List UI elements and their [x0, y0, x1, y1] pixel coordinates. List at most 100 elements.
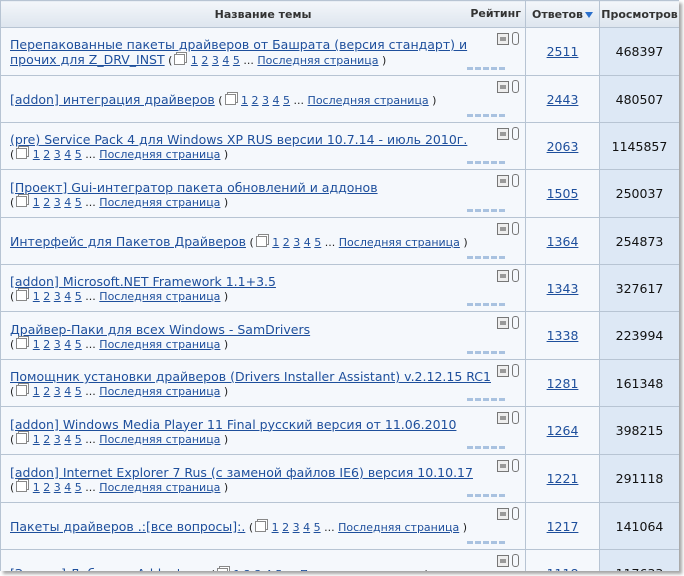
replies-count-link[interactable]: 1338	[547, 328, 579, 343]
topic-title-link[interactable]: Драйвер-Паки для всех Windows - SamDrive…	[10, 322, 310, 337]
page-link[interactable]: 2	[43, 338, 50, 351]
page-link[interactable]: 1	[272, 236, 279, 249]
topic-title-link-line2[interactable]: прочих для Z_DRV_INST	[10, 52, 165, 67]
topic-title-link[interactable]: Помощник установки драйверов (Drivers In…	[10, 369, 491, 384]
page-link[interactable]: 2	[244, 568, 251, 571]
topic-title-link[interactable]: Интерфейс для Пакетов Драйверов	[10, 234, 246, 249]
last-page-link[interactable]: Последняя страница	[99, 196, 220, 209]
page-link[interactable]: 3	[54, 196, 61, 209]
topic-title-link[interactable]: [addon] Windows Media Player 11 Final ру…	[10, 417, 456, 432]
page-link[interactable]: 1	[33, 338, 40, 351]
page-link[interactable]: 1	[33, 196, 40, 209]
page-link[interactable]: 5	[75, 385, 82, 398]
page-link[interactable]: 1	[272, 521, 279, 534]
replies-count-link[interactable]: 2511	[547, 44, 579, 59]
topic-title-link[interactable]: [addon] интеграция драйверов	[10, 92, 215, 107]
page-link[interactable]: 5	[233, 54, 240, 67]
page-link[interactable]: 3	[54, 148, 61, 161]
page-link[interactable]: 2	[43, 433, 50, 446]
topic-title-link[interactable]: Пакеты драйверов .:[все вопросы]:.	[10, 519, 245, 534]
last-page-link[interactable]: Последняя страница	[99, 148, 220, 161]
page-link[interactable]: 4	[64, 385, 71, 398]
last-page-link[interactable]: Последняя страница	[99, 290, 220, 303]
page-link[interactable]: 1	[33, 290, 40, 303]
last-page-link[interactable]: Последняя страница	[99, 481, 220, 494]
header-topic-title[interactable]: Название темы Рейтинг	[0, 0, 526, 28]
replies-count-link[interactable]: 1217	[547, 519, 579, 534]
page-link[interactable]: 3	[254, 568, 261, 571]
page-link[interactable]: 5	[75, 290, 82, 303]
page-link[interactable]: 3	[293, 236, 300, 249]
page-link[interactable]: 4	[273, 94, 280, 107]
topic-title-link[interactable]: [addon] Microsoft.NET Framework 1.1+3.5	[10, 274, 276, 289]
replies-count-link[interactable]: 2063	[547, 139, 579, 154]
page-link[interactable]: 1	[33, 481, 40, 494]
header-rating-label[interactable]: Рейтинг	[470, 7, 521, 20]
page-link[interactable]: 4	[304, 236, 311, 249]
page-link[interactable]: 5	[75, 196, 82, 209]
replies-count-link[interactable]: 1118	[547, 566, 579, 572]
page-link[interactable]: 3	[262, 94, 269, 107]
last-page-link[interactable]: Последняя страница	[99, 433, 220, 446]
page-link[interactable]: 1	[33, 385, 40, 398]
page-link[interactable]: 4	[265, 568, 272, 571]
page-link[interactable]: 4	[64, 196, 71, 209]
page-link[interactable]: 2	[282, 521, 289, 534]
last-page-link[interactable]: Последняя страница	[99, 385, 220, 398]
replies-count-link[interactable]: 1221	[547, 471, 579, 486]
replies-count-link[interactable]: 1505	[547, 186, 579, 201]
page-link[interactable]: 4	[64, 148, 71, 161]
replies-count-link[interactable]: 1264	[547, 423, 579, 438]
topic-title-link[interactable]: [Проект] Gui-интегратор пакета обновлени…	[10, 180, 378, 195]
topic-title-link[interactable]: Перепакованные пакеты драйверов от Башра…	[10, 37, 467, 52]
page-link[interactable]: 2	[43, 481, 50, 494]
topic-title-link[interactable]: (pre) Service Pack 4 для Windows XP RUS …	[10, 132, 467, 147]
page-link[interactable]: 1	[233, 568, 240, 571]
page-link[interactable]: 5	[283, 94, 290, 107]
page-link[interactable]: 3	[54, 290, 61, 303]
page-link[interactable]: 1	[241, 94, 248, 107]
last-page-link[interactable]: Последняя страница	[308, 94, 429, 107]
topic-title-link[interactable]: [addon] Internet Explorer 7 Rus (с замен…	[10, 465, 473, 480]
page-link[interactable]: 5	[75, 338, 82, 351]
replies-count-link[interactable]: 1364	[547, 234, 579, 249]
replies-count-link[interactable]: 1343	[547, 281, 579, 296]
page-link[interactable]: 2	[43, 196, 50, 209]
page-link[interactable]: 4	[222, 54, 229, 67]
topic-title-link[interactable]: [Запрос] Добавить Addon'ов...	[10, 566, 207, 571]
page-link[interactable]: 5	[75, 481, 82, 494]
header-views[interactable]: Просмотров	[599, 0, 679, 28]
page-link[interactable]: 5	[314, 521, 321, 534]
page-link[interactable]: 3	[54, 481, 61, 494]
last-page-link[interactable]: Последняя страница	[99, 338, 220, 351]
page-link[interactable]: 2	[201, 54, 208, 67]
page-link[interactable]: 1	[191, 54, 198, 67]
last-page-link[interactable]: Последняя страница	[257, 54, 378, 67]
replies-count-link[interactable]: 2443	[547, 92, 579, 107]
page-link[interactable]: 5	[75, 433, 82, 446]
last-page-link[interactable]: Последняя страница	[339, 236, 460, 249]
page-link[interactable]: 3	[212, 54, 219, 67]
page-link[interactable]: 2	[283, 236, 290, 249]
page-link[interactable]: 4	[64, 290, 71, 303]
page-link[interactable]: 1	[33, 433, 40, 446]
page-link[interactable]: 3	[293, 521, 300, 534]
page-link[interactable]: 2	[43, 290, 50, 303]
page-link[interactable]: 2	[43, 148, 50, 161]
replies-count-link[interactable]: 1281	[547, 376, 579, 391]
page-link[interactable]: 4	[64, 338, 71, 351]
page-link[interactable]: 5	[275, 568, 282, 571]
page-link[interactable]: 2	[43, 385, 50, 398]
last-page-link[interactable]: Последняя страница	[300, 568, 421, 571]
page-link[interactable]: 4	[64, 481, 71, 494]
page-link[interactable]: 3	[54, 385, 61, 398]
page-link[interactable]: 4	[64, 433, 71, 446]
page-link[interactable]: 2	[252, 94, 259, 107]
page-link[interactable]: 5	[75, 148, 82, 161]
page-link[interactable]: 4	[303, 521, 310, 534]
page-link[interactable]: 3	[54, 433, 61, 446]
header-replies[interactable]: Ответов	[525, 0, 600, 28]
page-link[interactable]: 1	[33, 148, 40, 161]
last-page-link[interactable]: Последняя страница	[338, 521, 459, 534]
page-link[interactable]: 3	[54, 338, 61, 351]
